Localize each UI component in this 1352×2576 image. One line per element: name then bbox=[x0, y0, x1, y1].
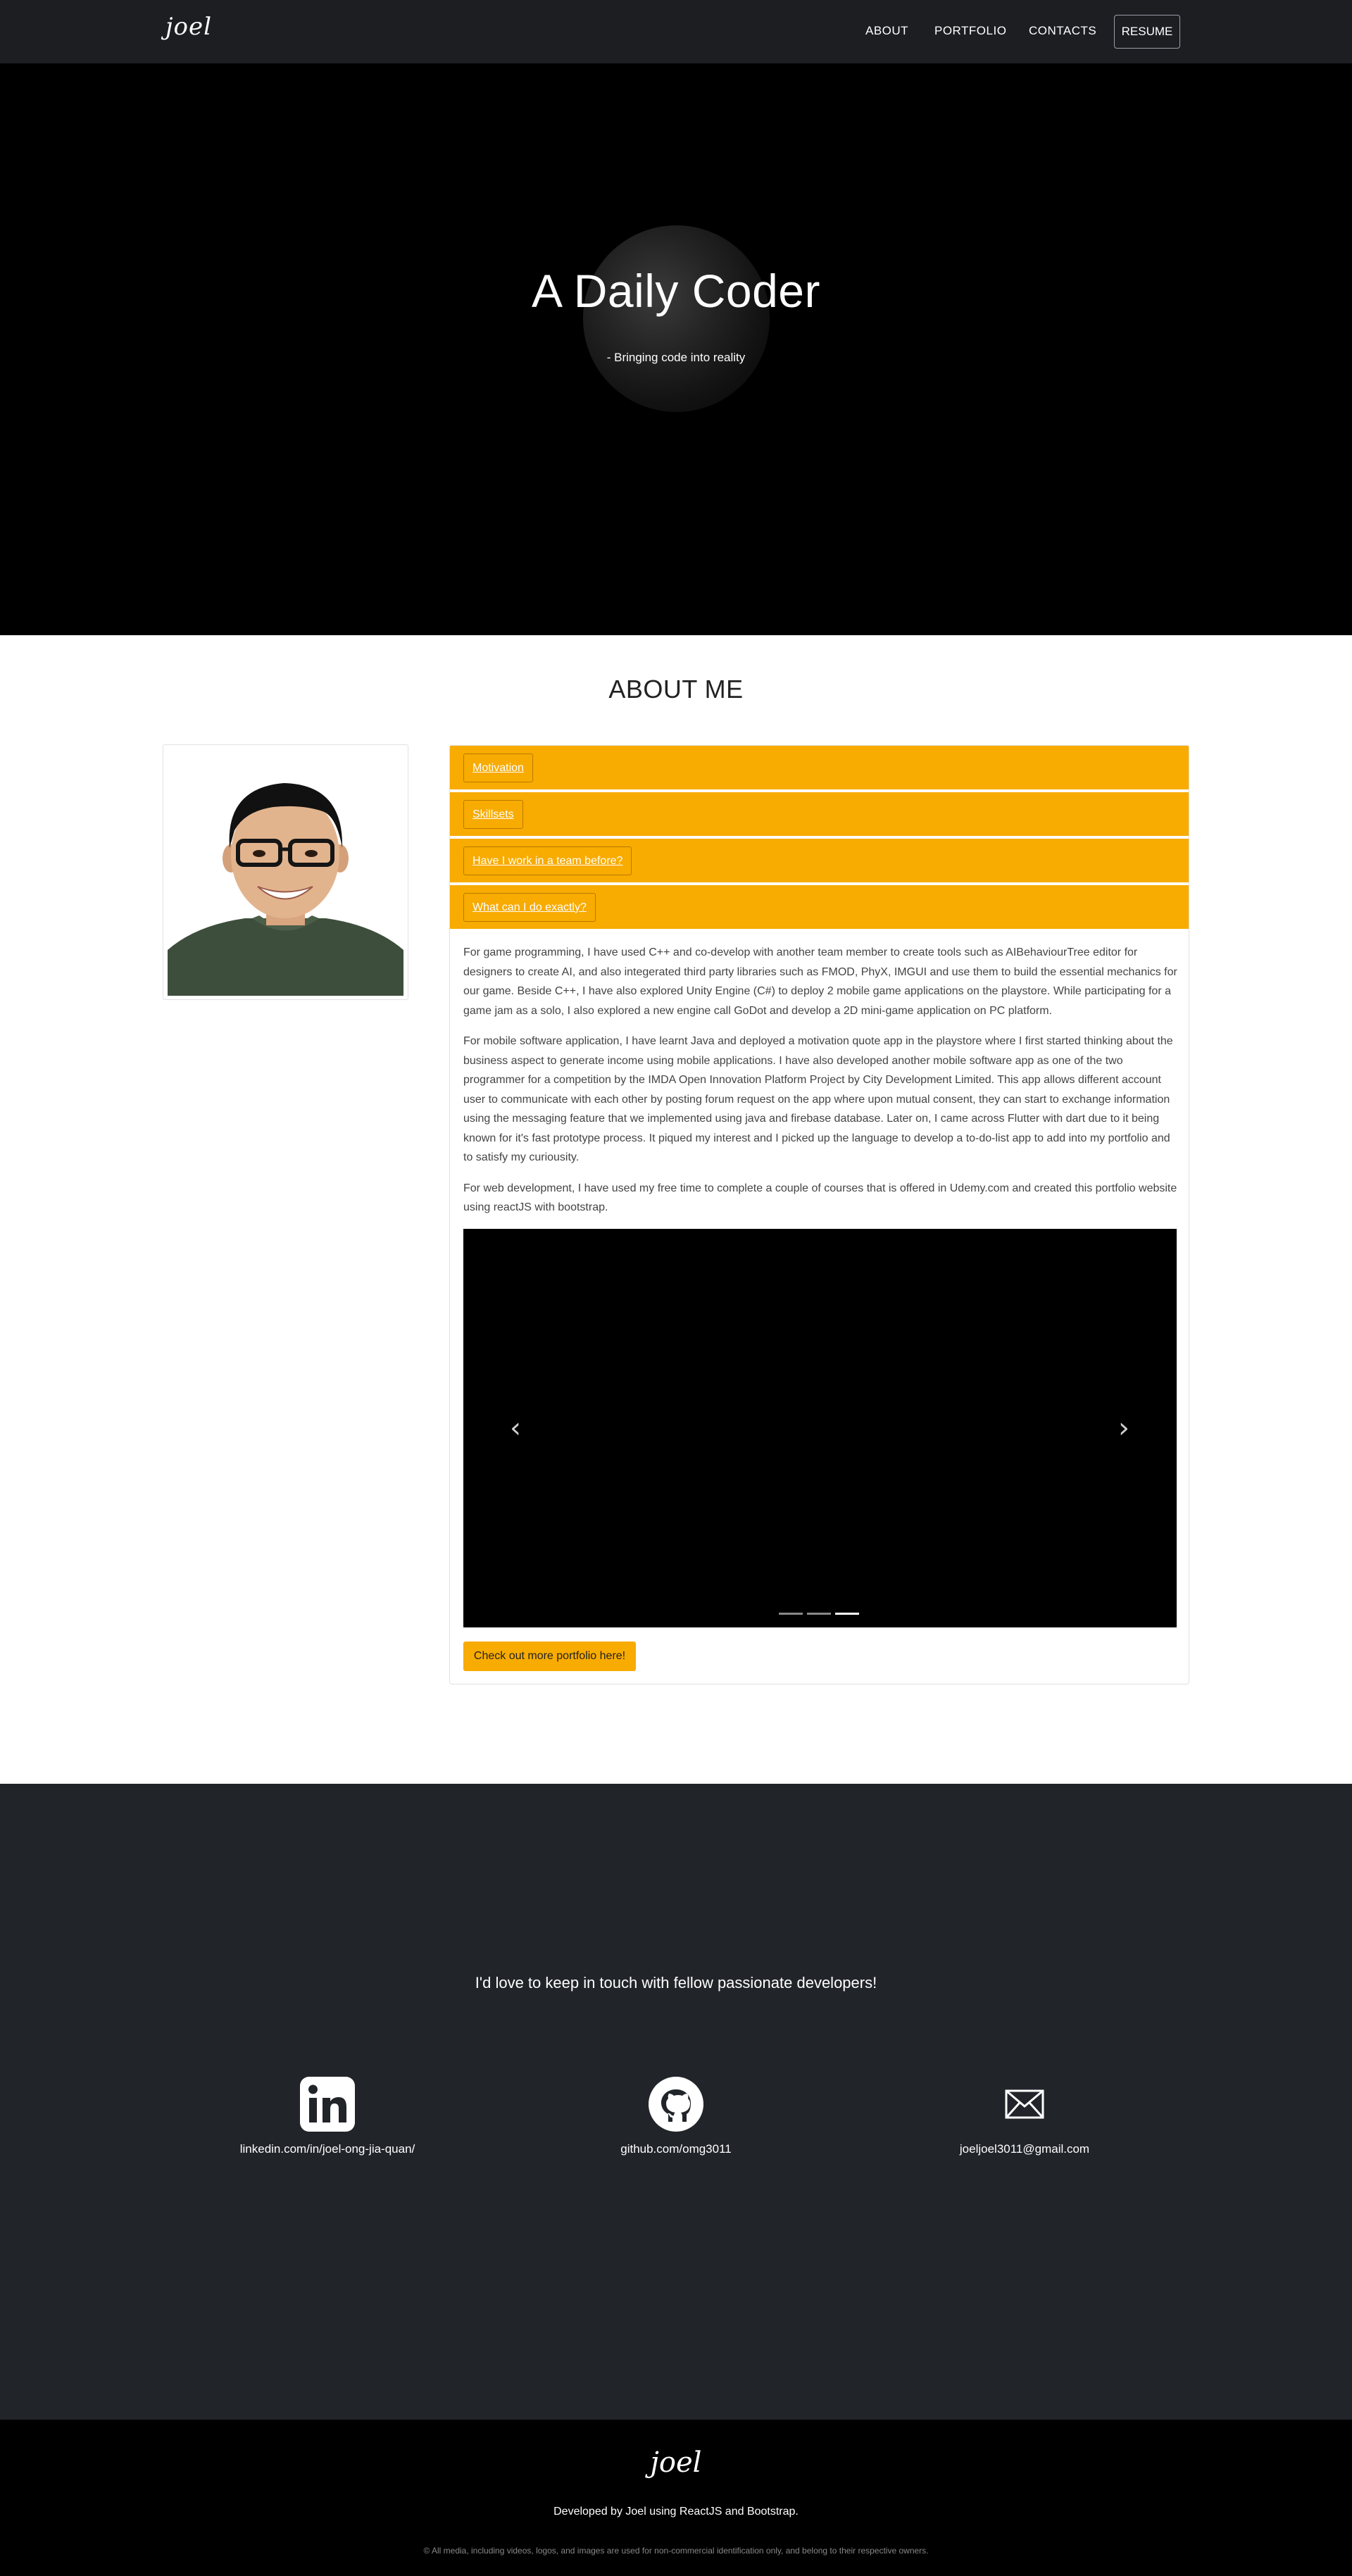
contact-github[interactable]: github.com/omg3011 bbox=[535, 2076, 817, 2156]
accordion-toggle-motivation[interactable]: Motivation bbox=[463, 754, 533, 782]
carousel-indicator-1[interactable] bbox=[779, 1613, 803, 1615]
brand-logo[interactable]: joel bbox=[165, 13, 212, 41]
email-label[interactable]: joeljoel3011@gmail.com bbox=[884, 2142, 1165, 2156]
navbar: joel ABOUT PORTFOLIO CONTACTS RESUME bbox=[0, 0, 1352, 63]
nav-portfolio-link[interactable]: PORTFOLIO bbox=[934, 24, 1006, 38]
contact-title: I'd love to keep in touch with fellow pa… bbox=[475, 1974, 877, 1992]
footer-logo: joel bbox=[650, 2446, 702, 2479]
paragraph-game-programming: For game programming, I have used C++ an… bbox=[463, 946, 1177, 1017]
mail-icon[interactable] bbox=[996, 2076, 1053, 2132]
nav-contacts-link[interactable]: CONTACTS bbox=[1029, 24, 1096, 38]
portfolio-carousel: ‹ › bbox=[463, 1229, 1177, 1627]
hero-subtitle: - Bringing code into reality bbox=[606, 351, 746, 364]
about-accordion: Motivation Skillsets Have I work in a te… bbox=[449, 745, 1189, 1684]
accordion-toggle-what-can-i-do[interactable]: What can I do exactly? bbox=[463, 893, 596, 922]
accordion-header-what-can-i-do: What can I do exactly? bbox=[450, 885, 1189, 930]
contact-linkedin[interactable]: linkedin.com/in/joel-ong-jia-quan/ bbox=[187, 2076, 468, 2156]
contact-email[interactable]: joeljoel3011@gmail.com bbox=[884, 2076, 1165, 2156]
accordion-toggle-skillsets[interactable]: Skillsets bbox=[463, 800, 523, 829]
footer-developed-by: Developed by Joel using ReactJS and Boot… bbox=[553, 2506, 799, 2518]
accordion-toggle-teamwork[interactable]: Have I work in a team before? bbox=[463, 846, 632, 875]
contact-section: I'd love to keep in touch with fellow pa… bbox=[0, 1784, 1352, 2420]
paragraph-web-development: For web development, I have used my free… bbox=[463, 1182, 1177, 1214]
accordion-header-skillsets: Skillsets bbox=[450, 792, 1189, 837]
footer-copyright: © All media, including videos, logos, an… bbox=[423, 2546, 929, 2556]
linkedin-icon[interactable] bbox=[299, 2076, 356, 2132]
github-icon[interactable] bbox=[648, 2076, 704, 2132]
chevron-left-icon[interactable]: ‹ bbox=[501, 1411, 530, 1446]
carousel-indicator-2[interactable] bbox=[807, 1613, 831, 1615]
accordion-header-motivation: Motivation bbox=[450, 746, 1189, 791]
paragraph-mobile-apps: For mobile software application, I have … bbox=[463, 1035, 1173, 1163]
carousel-indicator-3[interactable] bbox=[835, 1613, 859, 1615]
chevron-right-icon[interactable]: › bbox=[1110, 1411, 1138, 1446]
hero-section: A Daily Coder - Bringing code into reali… bbox=[0, 63, 1352, 635]
linkedin-label[interactable]: linkedin.com/in/joel-ong-jia-quan/ bbox=[187, 2142, 468, 2156]
profile-photo bbox=[168, 749, 403, 996]
resume-button[interactable]: RESUME bbox=[1114, 15, 1180, 49]
globe-image bbox=[583, 225, 770, 412]
accordion-body: For game programming, I have used C++ an… bbox=[463, 943, 1177, 1229]
accordion-header-teamwork: Have I work in a team before? bbox=[450, 839, 1189, 884]
github-label[interactable]: github.com/omg3011 bbox=[535, 2142, 817, 2156]
hero-title: A Daily Coder bbox=[531, 265, 820, 317]
profile-card bbox=[163, 744, 408, 1000]
about-title: ABOUT ME bbox=[608, 675, 744, 704]
nav-about-link[interactable]: ABOUT bbox=[865, 24, 908, 38]
more-portfolio-button[interactable]: Check out more portfolio here! bbox=[463, 1642, 636, 1671]
footer: joel Developed by Joel using ReactJS and… bbox=[0, 2420, 1352, 2576]
